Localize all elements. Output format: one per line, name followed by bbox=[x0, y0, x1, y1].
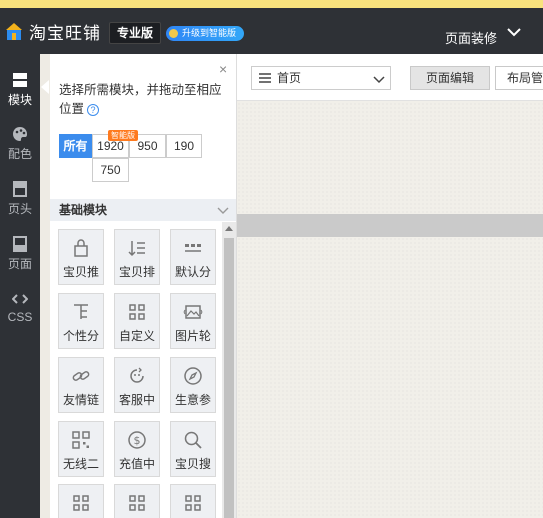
upgrade-button[interactable]: 升级到智能版 bbox=[166, 26, 244, 41]
module-tile[interactable]: 默认分 bbox=[170, 229, 216, 285]
module-tile[interactable] bbox=[170, 484, 216, 518]
menu-icon bbox=[259, 73, 271, 83]
nav-item-css[interactable]: CSS bbox=[0, 291, 40, 341]
page-header-icon bbox=[13, 181, 27, 197]
compass-icon bbox=[184, 367, 202, 385]
question-icon[interactable]: ? bbox=[87, 103, 100, 116]
module-label: 宝贝搜 bbox=[174, 457, 211, 471]
search-icon bbox=[184, 431, 202, 449]
customer-service-icon bbox=[130, 367, 144, 383]
css-code-icon bbox=[12, 294, 28, 304]
module-tile[interactable]: 宝贝搜 bbox=[170, 421, 216, 477]
module-label: 友情链 bbox=[62, 393, 99, 407]
module-label: 自定义 bbox=[118, 329, 155, 343]
tree-icon bbox=[74, 304, 88, 319]
module-tile[interactable]: 宝贝推 bbox=[58, 229, 104, 285]
dollar-icon: $ bbox=[128, 431, 146, 449]
nav-label: 页头 bbox=[7, 202, 32, 216]
palette-icon bbox=[13, 127, 27, 141]
nav-label: 页面 bbox=[7, 257, 32, 271]
grid-icon bbox=[129, 304, 145, 320]
module-label: 充值中 bbox=[118, 457, 155, 471]
module-label: 宝贝推 bbox=[62, 265, 99, 279]
top-bar: 淘宝旺铺 专业版 升级到智能版 页面装修 bbox=[0, 8, 543, 54]
chevron-down-icon[interactable] bbox=[506, 24, 522, 40]
module-tile[interactable]: $ 充值中 bbox=[114, 421, 160, 477]
module-tile[interactable] bbox=[114, 484, 160, 518]
module-tile[interactable] bbox=[58, 484, 104, 518]
smart-edition-tag: 智能版 bbox=[108, 130, 138, 141]
sort-list-icon bbox=[128, 241, 145, 257]
panel-scroll-thumb[interactable] bbox=[224, 238, 234, 518]
close-icon[interactable]: × bbox=[219, 62, 227, 76]
canvas-nav-band bbox=[237, 214, 543, 237]
panel-description: 选择所需模块，并拖动至相应位置? bbox=[59, 81, 231, 119]
filter-190[interactable]: 190 bbox=[166, 134, 202, 158]
module-tile[interactable]: 生意参 bbox=[170, 357, 216, 413]
app-title: 淘宝旺铺 bbox=[29, 23, 101, 44]
nav-label: 配色 bbox=[7, 147, 32, 161]
module-icon bbox=[13, 73, 27, 87]
tab-page-edit[interactable]: 页面编辑 bbox=[410, 66, 490, 90]
module-tile[interactable]: 友情链 bbox=[58, 357, 104, 413]
page-decor-menu[interactable]: 页面装修 bbox=[445, 28, 497, 47]
nav-item-header[interactable]: 页头 bbox=[0, 181, 40, 231]
grid-icon bbox=[73, 495, 89, 511]
canvas-area-top bbox=[237, 102, 543, 214]
nav-label: CSS bbox=[7, 310, 33, 324]
module-tile[interactable]: 客服中 bbox=[114, 357, 160, 413]
panel-description-text: 选择所需模块，并拖动至相应位置 bbox=[59, 83, 222, 116]
nav-item-color[interactable]: 配色 bbox=[0, 126, 40, 176]
category-icon bbox=[185, 244, 201, 252]
module-tile[interactable]: 自定义 bbox=[114, 293, 160, 349]
module-tile[interactable]: 无线二 bbox=[58, 421, 104, 477]
taobao-logo[interactable]: 淘宝旺铺 bbox=[4, 20, 101, 44]
store-logo-icon bbox=[6, 23, 22, 40]
canvas-area-body bbox=[237, 237, 543, 518]
section-title: 基础模块 bbox=[59, 203, 108, 217]
grid-icon bbox=[129, 495, 145, 511]
scroll-up-arrow-icon[interactable] bbox=[225, 226, 233, 231]
active-nav-pointer bbox=[41, 80, 49, 94]
left-nav: 模块 配色 页头 页面 CSS bbox=[0, 54, 40, 518]
chevron-down-icon bbox=[373, 76, 385, 84]
link-icon bbox=[72, 371, 90, 381]
page-icon bbox=[13, 236, 27, 252]
filter-750[interactable]: 750 bbox=[92, 158, 129, 182]
nav-item-page[interactable]: 页面 bbox=[0, 236, 40, 286]
module-label: 图片轮 bbox=[174, 329, 211, 343]
edition-badge: 专业版 bbox=[109, 22, 162, 44]
qrcode-icon bbox=[72, 431, 90, 449]
module-label: 无线二 bbox=[62, 457, 99, 471]
module-label: 个性分 bbox=[62, 329, 99, 343]
nav-item-module[interactable]: 模块 bbox=[0, 72, 40, 122]
module-label: 客服中 bbox=[118, 393, 155, 407]
top-stripe bbox=[0, 0, 543, 8]
page-select-value: 首页 bbox=[277, 71, 302, 85]
module-label: 生意参 bbox=[174, 393, 211, 407]
nav-label: 模块 bbox=[7, 93, 32, 107]
page-select[interactable]: 首页 bbox=[251, 66, 391, 90]
module-label: 默认分 bbox=[174, 265, 211, 279]
grid-icon bbox=[185, 495, 201, 511]
module-tile[interactable]: 宝贝排 bbox=[114, 229, 160, 285]
section-header-basic[interactable]: 基础模块 bbox=[50, 199, 236, 221]
svg-text:$: $ bbox=[134, 434, 141, 447]
editor-canvas: 首页 页面编辑 布局管 bbox=[237, 54, 543, 518]
module-tile[interactable]: 图片轮 bbox=[170, 293, 216, 349]
module-panel: × 选择所需模块，并拖动至相应位置? 所有 1920 950 190 750 智… bbox=[50, 54, 237, 518]
module-tile[interactable]: 个性分 bbox=[58, 293, 104, 349]
editor-toolbar: 首页 页面编辑 布局管 bbox=[237, 54, 543, 101]
filter-all[interactable]: 所有 bbox=[59, 134, 92, 158]
bag-icon bbox=[74, 239, 88, 257]
chevron-down-icon bbox=[217, 207, 229, 214]
module-label: 宝贝排 bbox=[118, 265, 155, 279]
tab-layout-manage[interactable]: 布局管 bbox=[495, 66, 543, 90]
image-carousel-icon bbox=[183, 305, 203, 319]
